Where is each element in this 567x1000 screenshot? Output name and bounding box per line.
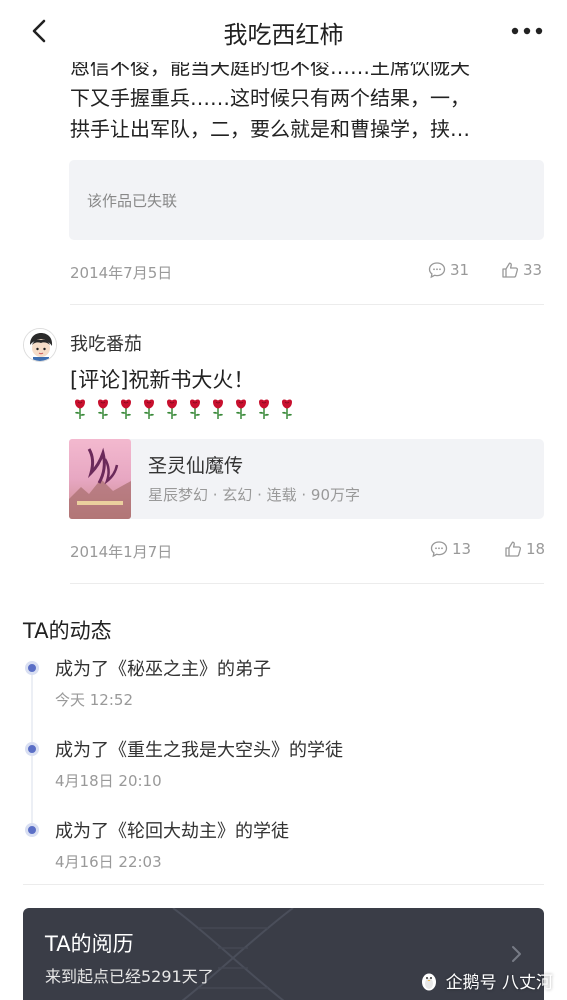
book-cover-image (69, 439, 131, 519)
rose-icon (144, 399, 154, 419)
like-button[interactable]: 18 (504, 540, 545, 558)
like-count: 33 (523, 261, 543, 279)
post-text-line: 拱手让出军队，二，要么就是和曹操学，挟… (70, 117, 470, 141)
chevron-right-icon (512, 946, 521, 962)
comment-icon (428, 262, 446, 279)
post-meta: 2014年7月5日 31 33 (70, 259, 544, 285)
top-bar: 我吃西红柿 (0, 0, 567, 62)
activity-item[interactable]: 成为了《轮回大劫主》的学徒 (55, 817, 289, 843)
activity-item[interactable]: 成为了《秘巫之主》的弟子 (55, 655, 271, 681)
book-meta: 星辰梦幻 · 玄幻 · 连载 · 90万字 (148, 486, 361, 504)
rose-icon (282, 399, 292, 419)
quoted-work-status: 该作品已失联 (87, 192, 178, 210)
watermark: 企鹅号 八丈河 (418, 968, 553, 993)
avatar-image (24, 329, 56, 361)
page-title: 我吃西红柿 (223, 21, 344, 49)
timeline-dot (25, 661, 39, 675)
rose-icon (75, 399, 85, 419)
rose-emoji-row (72, 398, 295, 420)
comment-button[interactable]: 31 (428, 261, 469, 279)
thumbs-up-icon (502, 262, 519, 278)
post-date: 2014年1月7日 (70, 543, 173, 561)
reading-history-subtitle: 来到起点已经5291天了 (45, 967, 214, 986)
activity-time: 4月16日 22:03 (55, 853, 162, 871)
quoted-work-card[interactable]: 该作品已失联 (69, 160, 544, 240)
post-meta: 2014年1月7日 13 18 (70, 538, 545, 564)
book-card[interactable]: 圣灵仙魔传 星辰梦幻 · 玄幻 · 连载 · 90万字 (69, 439, 544, 519)
comment-count: 13 (452, 540, 472, 558)
comment-text[interactable]: [评论]祝新书大火！ (70, 364, 254, 394)
like-count: 18 (526, 540, 546, 558)
watermark-text: 企鹅号 八丈河 (445, 973, 553, 993)
rose-icon (167, 399, 177, 419)
divider (70, 304, 544, 305)
divider (23, 884, 544, 885)
book-cover (69, 439, 131, 519)
penguin-icon (421, 973, 436, 990)
comment-button[interactable]: 13 (430, 540, 471, 558)
divider (70, 583, 544, 584)
post-text-line: 下又手握重兵……这时候只有两个结果，一， (70, 86, 470, 110)
post-date: 2014年7月5日 (70, 264, 173, 282)
rose-icon (190, 399, 200, 419)
activity-time: 4月18日 20:10 (55, 772, 162, 790)
like-button[interactable]: 33 (501, 261, 542, 279)
comment-icon (430, 541, 448, 558)
reading-history-title: TA的阅历 (45, 932, 134, 956)
timeline-dot (25, 742, 39, 756)
book-title: 圣灵仙魔传 (148, 455, 244, 477)
avatar[interactable] (23, 328, 57, 362)
rose-icon (259, 399, 269, 419)
activity-time: 今天 12:52 (55, 691, 133, 709)
timeline-dot (25, 823, 39, 837)
more-dots-icon[interactable] (511, 26, 543, 36)
comment-count: 31 (450, 261, 470, 279)
thumbs-up-icon (505, 541, 522, 557)
rose-icon (98, 399, 108, 419)
rose-icon (236, 399, 246, 419)
post-text[interactable]: 恩信不俊，能当天庭的也不俊……王席饮陇天 下又手握重兵……这时候只有两个结果，一… (70, 52, 545, 145)
rose-icon (213, 399, 223, 419)
activity-section-title: TA的动态 (23, 619, 112, 643)
rose-icon (121, 399, 131, 419)
activity-item[interactable]: 成为了《重生之我是大空头》的学徒 (55, 736, 343, 762)
username[interactable]: 我吃番茄 (70, 330, 142, 356)
